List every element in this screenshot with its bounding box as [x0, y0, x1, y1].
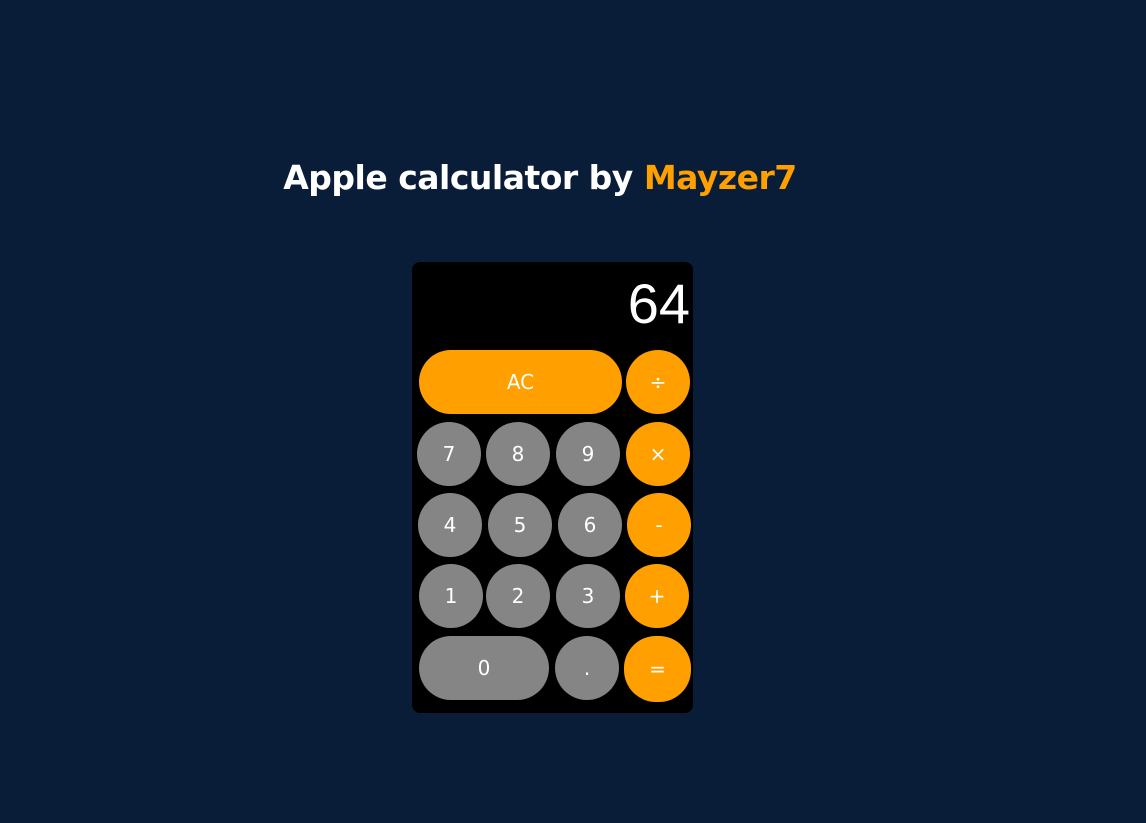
multiply-button[interactable]: ×: [626, 422, 690, 486]
title-prefix: Apple calculator by: [283, 158, 644, 197]
divide-button[interactable]: ÷: [626, 350, 690, 414]
digit-3-button[interactable]: 3: [556, 564, 620, 628]
digit-2-button[interactable]: 2: [486, 564, 550, 628]
clear-button[interactable]: AC: [419, 350, 622, 414]
digit-9-button[interactable]: 9: [556, 422, 620, 486]
equals-button[interactable]: =: [624, 636, 691, 702]
digit-4-button[interactable]: 4: [418, 493, 482, 557]
digit-1-button[interactable]: 1: [419, 564, 483, 628]
calculator: 64 AC ÷ 7 8 9 × 4 5 6 - 1 2 3 + 0 . =: [412, 262, 693, 713]
digit-6-button[interactable]: 6: [558, 493, 622, 557]
page-title: Apple calculator by Mayzer7: [0, 158, 1080, 197]
calculator-display: 64: [627, 272, 690, 335]
decimal-button[interactable]: .: [555, 636, 619, 700]
add-button[interactable]: +: [625, 564, 689, 628]
digit-0-button[interactable]: 0: [419, 636, 549, 700]
digit-8-button[interactable]: 8: [486, 422, 550, 486]
subtract-button[interactable]: -: [627, 493, 691, 557]
digit-7-button[interactable]: 7: [417, 422, 481, 486]
digit-5-button[interactable]: 5: [488, 493, 552, 557]
title-author: Mayzer7: [643, 158, 797, 197]
